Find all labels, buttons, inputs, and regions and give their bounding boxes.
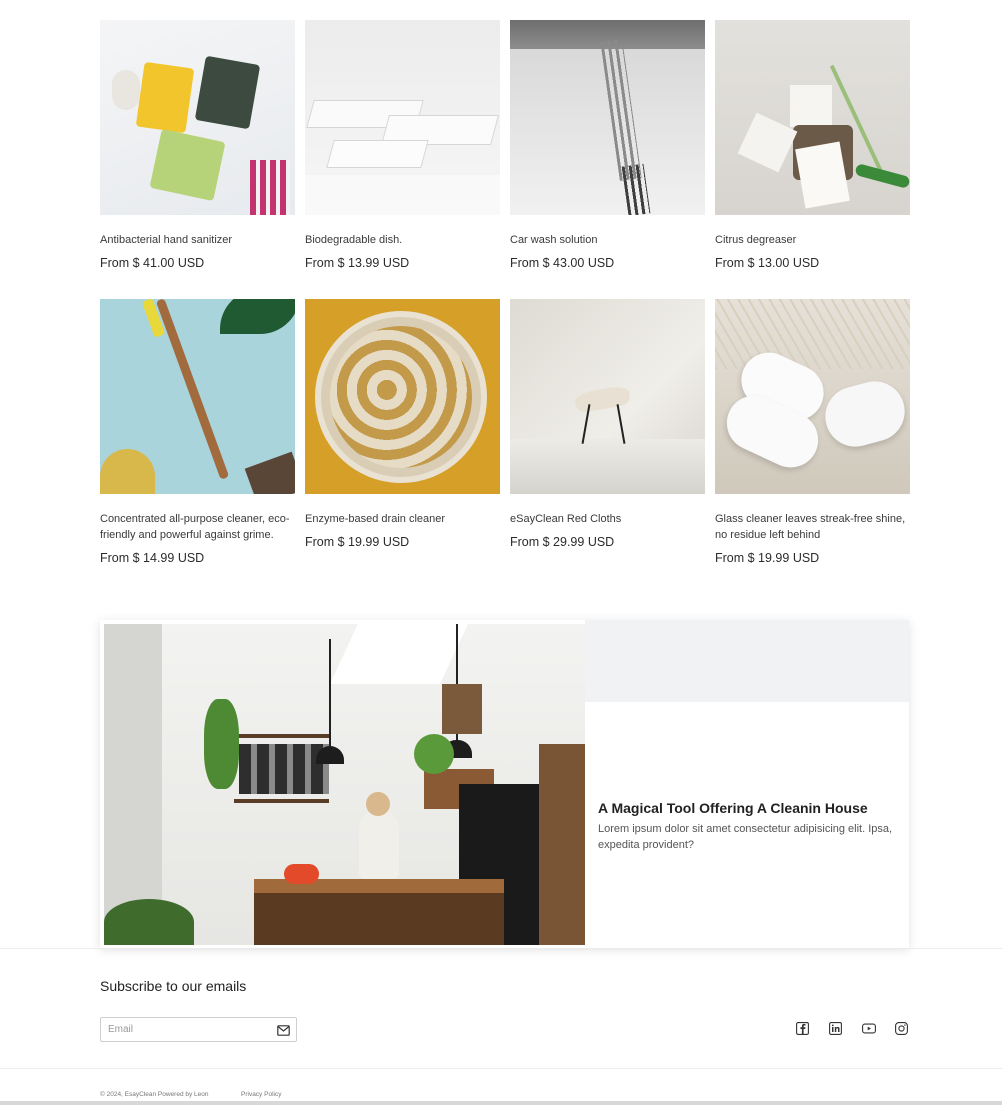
product-title[interactable]: Citrus degreaser bbox=[715, 232, 910, 248]
mail-icon[interactable] bbox=[277, 1023, 290, 1041]
product-price: From $ 19.99 USD bbox=[715, 551, 820, 565]
product-card[interactable]: Biodegradable dish. From $ 13.99 USD bbox=[305, 20, 500, 299]
product-image[interactable] bbox=[510, 20, 705, 215]
promo-text: A Magical Tool Offering A Cleanin House … bbox=[598, 800, 898, 853]
product-title[interactable]: eSayClean Red Cloths bbox=[510, 511, 705, 527]
promo-title: A Magical Tool Offering A Cleanin House bbox=[598, 800, 868, 816]
product-card[interactable]: Enzyme-based drain cleaner From $ 19.99 … bbox=[305, 299, 500, 599]
promo-body: Lorem ipsum dolor sit amet consectetur a… bbox=[598, 823, 893, 851]
kitchen-image bbox=[104, 624, 585, 945]
product-title[interactable]: Antibacterial hand sanitizer bbox=[100, 232, 295, 248]
product-price: From $ 19.99 USD bbox=[305, 535, 410, 549]
product-price: From $ 13.99 USD bbox=[305, 256, 410, 270]
email-input[interactable] bbox=[108, 1018, 268, 1040]
copyright-text: © 2024, EsayClean Powered by Leon bbox=[100, 1091, 209, 1098]
product-card[interactable]: eSayClean Red Cloths From $ 29.99 USD bbox=[510, 299, 705, 599]
product-image[interactable] bbox=[510, 299, 705, 494]
product-card[interactable]: Antibacterial hand sanitizer From $ 41.0… bbox=[100, 20, 295, 299]
product-title[interactable]: Glass cleaner leaves streak-free shine, … bbox=[715, 511, 910, 543]
footer-bottom-divider bbox=[0, 1068, 1002, 1069]
product-card[interactable]: Concentrated all-purpose cleaner, eco-fr… bbox=[100, 299, 295, 599]
product-title[interactable]: Enzyme-based drain cleaner bbox=[305, 511, 500, 527]
social-links bbox=[796, 1022, 908, 1035]
privacy-policy-link[interactable]: Privacy Policy bbox=[241, 1091, 281, 1098]
product-image[interactable] bbox=[305, 20, 500, 215]
product-card[interactable]: Citrus degreaser From $ 13.00 USD bbox=[715, 20, 910, 299]
bottom-bar bbox=[0, 1101, 1002, 1105]
youtube-icon[interactable] bbox=[862, 1022, 876, 1035]
product-image[interactable] bbox=[305, 299, 500, 494]
product-card[interactable]: Car wash solution From $ 43.00 USD bbox=[510, 20, 705, 299]
product-title[interactable]: Biodegradable dish. bbox=[305, 232, 500, 248]
product-grid: Antibacterial hand sanitizer From $ 41.0… bbox=[100, 20, 910, 599]
product-price: From $ 43.00 USD bbox=[510, 256, 615, 270]
email-form bbox=[100, 1017, 297, 1042]
instagram-icon[interactable] bbox=[895, 1022, 908, 1035]
product-image[interactable] bbox=[100, 20, 295, 215]
product-image[interactable] bbox=[715, 20, 910, 215]
product-card[interactable]: Glass cleaner leaves streak-free shine, … bbox=[715, 299, 910, 599]
footer-divider bbox=[0, 948, 1002, 949]
linkedin-icon[interactable] bbox=[829, 1022, 842, 1035]
facebook-icon[interactable] bbox=[796, 1022, 809, 1035]
subscribe-title: Subscribe to our emails bbox=[100, 978, 247, 994]
promo-top-panel bbox=[585, 620, 909, 702]
product-title[interactable]: Concentrated all-purpose cleaner, eco-fr… bbox=[100, 511, 295, 543]
product-price: From $ 14.99 USD bbox=[100, 551, 205, 565]
product-image[interactable] bbox=[715, 299, 910, 494]
product-price: From $ 13.00 USD bbox=[715, 256, 820, 270]
product-price: From $ 29.99 USD bbox=[510, 535, 615, 549]
product-image[interactable] bbox=[100, 299, 295, 494]
promo-banner: A Magical Tool Offering A Cleanin House … bbox=[100, 620, 909, 948]
product-price: From $ 41.00 USD bbox=[100, 256, 205, 270]
product-title[interactable]: Car wash solution bbox=[510, 232, 705, 248]
